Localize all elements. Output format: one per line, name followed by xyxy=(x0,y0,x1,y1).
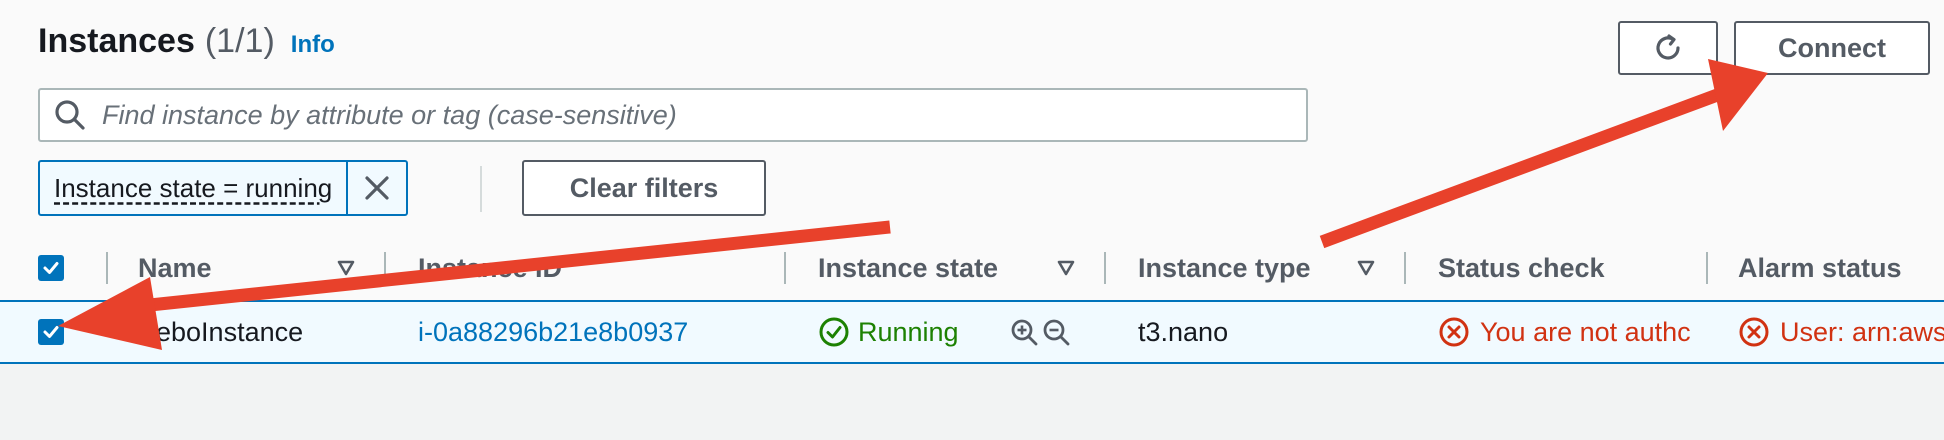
check-circle-icon xyxy=(819,317,849,347)
close-icon xyxy=(365,176,389,200)
page-title-row: Instances (1/1) Info xyxy=(38,22,335,61)
instance-count: (1/1) xyxy=(204,22,275,60)
info-link[interactable]: Info xyxy=(291,31,335,59)
column-separator xyxy=(1706,252,1708,284)
column-separator xyxy=(1404,252,1406,284)
instance-type: t3.nano xyxy=(1138,316,1229,347)
column-header-instance-state[interactable]: Instance state xyxy=(818,236,998,300)
filter-divider xyxy=(480,166,482,212)
checkmark-icon xyxy=(43,326,59,338)
clear-filters-button[interactable]: Clear filters xyxy=(522,160,766,216)
refresh-button[interactable] xyxy=(1618,21,1718,75)
column-separator xyxy=(384,252,386,284)
sort-down-icon[interactable] xyxy=(1356,258,1376,278)
instance-state: Running xyxy=(818,302,988,362)
zoom-out-icon[interactable] xyxy=(1042,318,1072,348)
column-header-instance-type[interactable]: Instance type xyxy=(1138,236,1311,300)
column-header-instance-id[interactable]: Instance ID xyxy=(418,236,562,300)
error-icon xyxy=(1439,317,1469,347)
column-header-name[interactable]: Name xyxy=(138,236,212,300)
instance-state-label: Running xyxy=(858,316,959,347)
sort-down-icon[interactable] xyxy=(336,258,356,278)
page-title: Instances xyxy=(38,22,195,60)
sort-down-icon[interactable] xyxy=(1056,258,1076,278)
column-header-status-check[interactable]: Status check xyxy=(1438,236,1605,300)
search-box[interactable] xyxy=(38,88,1308,142)
column-header-alarm-status[interactable]: Alarm status xyxy=(1738,236,1902,300)
select-all-checkbox[interactable] xyxy=(38,255,64,281)
table-empty-area xyxy=(0,364,1944,440)
instance-id-link[interactable]: i-0a88296b21e8b0937 xyxy=(418,302,768,362)
error-icon xyxy=(1739,317,1769,347)
table-header: Name Instance ID Instance state Instance… xyxy=(0,236,1944,302)
alarm-status: User: arn:aws xyxy=(1738,302,1944,362)
filter-token-remove-button[interactable] xyxy=(346,162,406,214)
filter-token-label: Instance state = running xyxy=(54,172,333,203)
search-input[interactable] xyxy=(100,91,1306,139)
instance-name: AeboInstance xyxy=(138,316,304,347)
column-separator xyxy=(784,252,786,284)
table-row[interactable]: AeboInstance i-0a88296b21e8b0937 Running… xyxy=(0,300,1944,364)
column-separator xyxy=(1104,252,1106,284)
column-separator xyxy=(106,252,108,284)
refresh-icon xyxy=(1656,34,1680,60)
search-icon xyxy=(55,100,85,130)
row-checkbox[interactable] xyxy=(38,319,64,345)
checkmark-icon xyxy=(43,262,59,274)
alarm-status-label: User: arn:aws xyxy=(1780,316,1944,347)
connect-button[interactable]: Connect xyxy=(1734,21,1930,75)
status-check: You are not authc xyxy=(1438,302,1706,362)
filter-token: Instance state = running xyxy=(38,160,409,216)
status-check-label: You are not authc xyxy=(1480,316,1691,347)
zoom-in-icon[interactable] xyxy=(1010,318,1040,348)
